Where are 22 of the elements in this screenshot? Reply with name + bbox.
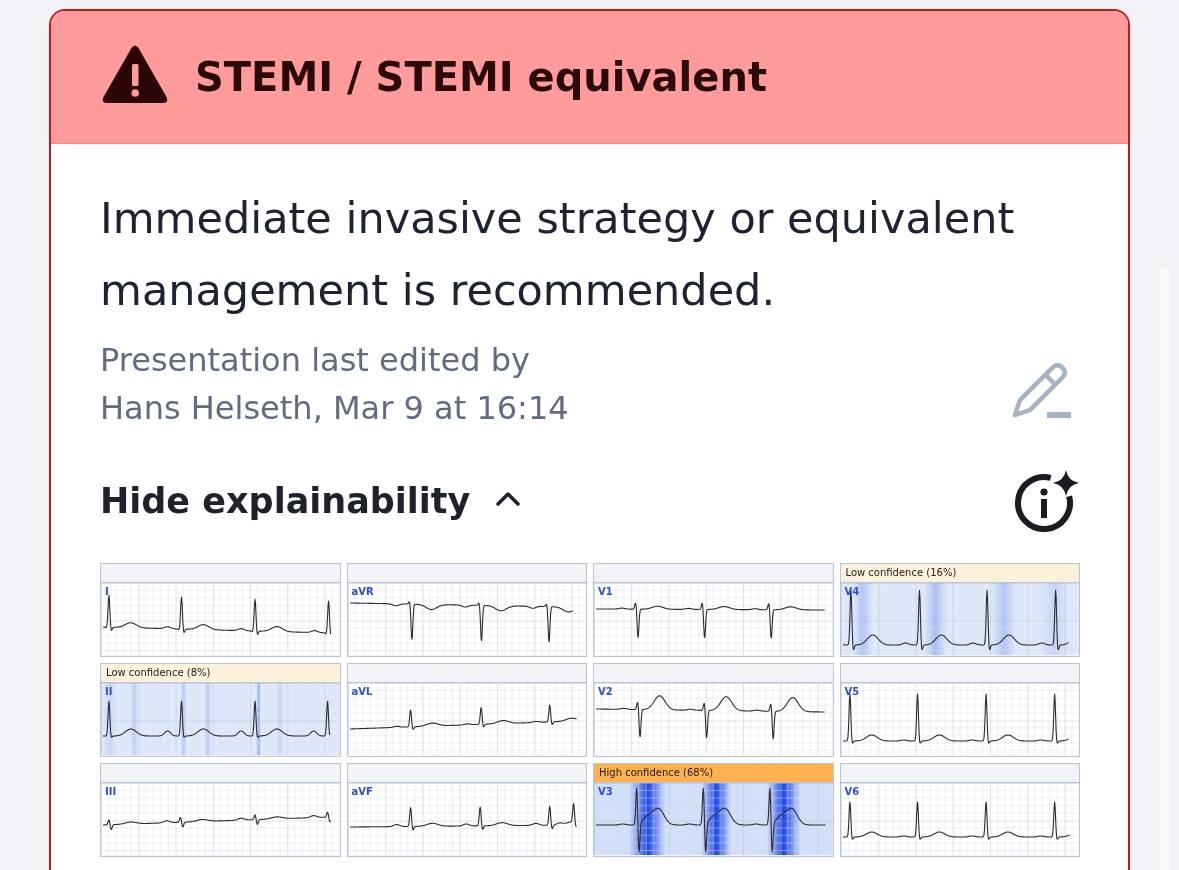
lead-label: V5 — [844, 686, 860, 698]
warning-icon — [102, 45, 168, 103]
recommendation-text: Immediate invasive strategy or equivalent management is recommended. — [100, 192, 1016, 317]
lead-label: I — [105, 586, 109, 598]
lead-label: III — [105, 786, 117, 798]
pencil-icon[interactable] — [1012, 362, 1072, 420]
lead-label: V4 — [844, 586, 860, 598]
alert-title: STEMI / STEMI equivalent — [195, 54, 768, 100]
info-sparkle-icon[interactable] — [1014, 470, 1080, 532]
lead-label: V2 — [598, 686, 613, 698]
confidence-label: Low confidence (8%) — [101, 664, 340, 683]
confidence-label: Low confidence (16%) — [840, 564, 1079, 583]
explainability-toggle[interactable]: Hide explainability — [100, 481, 521, 521]
lead-label: II — [105, 686, 113, 698]
lead-label: V1 — [598, 586, 613, 598]
confidence-label: High confidence (68%) — [594, 764, 833, 783]
lead-label: aVR — [351, 586, 374, 598]
lead-label: V3 — [598, 786, 613, 798]
lead-label: aVF — [351, 786, 373, 798]
edit-note: Presentation last edited by Hans Helseth, Mar 9 at 16:14 — [100, 340, 570, 429]
lead-label: aVL — [351, 686, 373, 698]
lead-label: V6 — [844, 786, 860, 798]
